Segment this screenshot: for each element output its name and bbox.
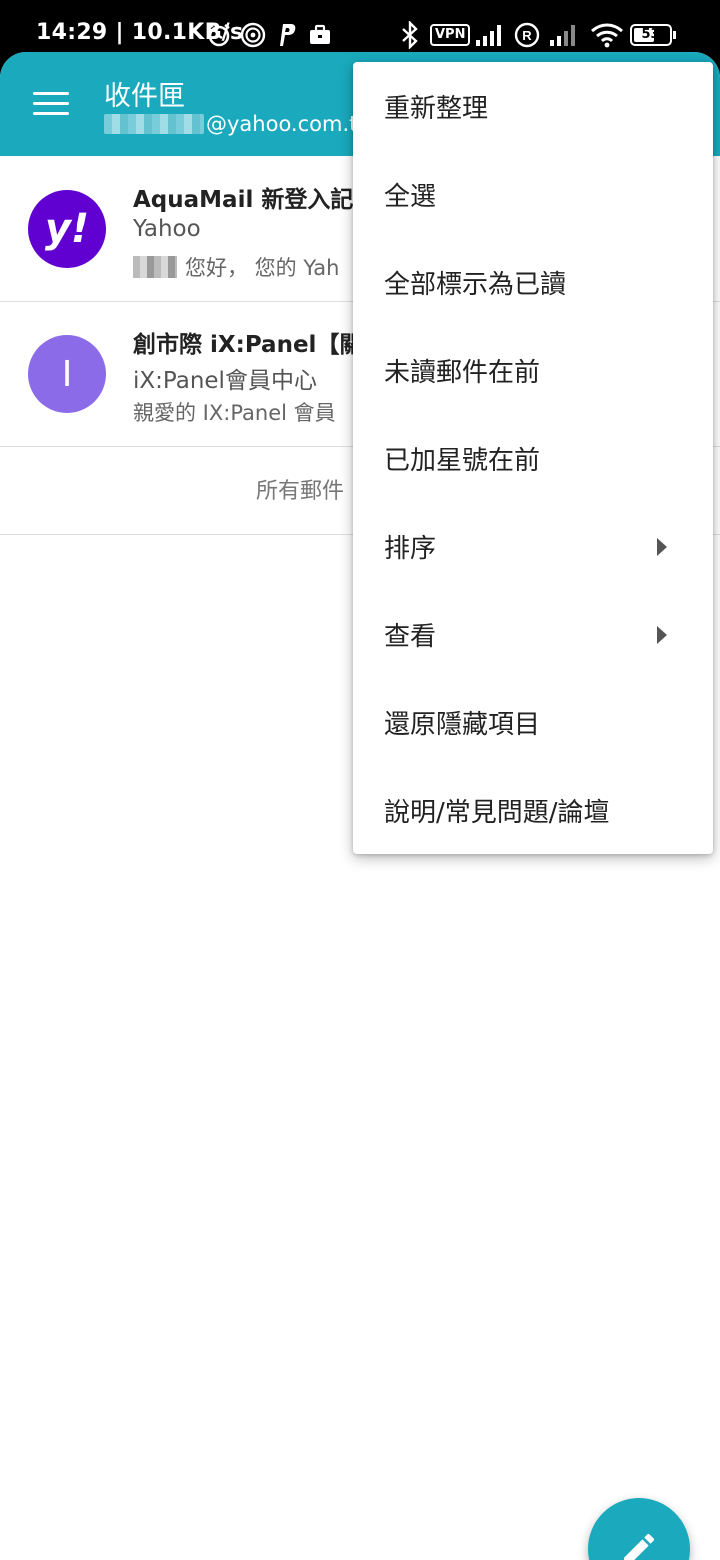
menu-item-sort[interactable]: 排序 bbox=[353, 502, 713, 590]
folder-title: 收件匣 bbox=[104, 81, 185, 112]
signal-2-icon bbox=[548, 20, 580, 50]
menu-item-starred-first[interactable]: 已加星號在前 bbox=[353, 414, 713, 502]
battery-level: 53 bbox=[641, 27, 660, 42]
menu-item-label: 還原隱藏項目 bbox=[384, 709, 541, 740]
snippet-text: 親愛的 IX:Panel 會員 bbox=[133, 401, 336, 425]
menu-item-label: 全選 bbox=[384, 181, 437, 212]
redacted-username bbox=[104, 114, 204, 134]
message-sender: iX:Panel會員中心 bbox=[133, 368, 317, 394]
menu-item-label: 重新整理 bbox=[384, 93, 489, 124]
message-snippet: 您好， 您的 Yah bbox=[133, 252, 339, 282]
submenu-arrow-icon bbox=[657, 538, 667, 556]
menu-item-label: 說明/常見問題/論壇 bbox=[384, 797, 610, 828]
wifi-icon bbox=[590, 20, 624, 50]
compose-button[interactable] bbox=[588, 1498, 690, 1560]
signal-icon bbox=[474, 20, 506, 50]
message-subject: 創市際 iX:Panel【關 bbox=[133, 332, 363, 358]
menu-item-label: 查看 bbox=[384, 621, 437, 652]
menu-item-refresh[interactable]: 重新整理 bbox=[353, 62, 713, 150]
message-subject: AquaMail 新登入記 bbox=[133, 187, 354, 213]
message-snippet: 親愛的 IX:Panel 會員 bbox=[133, 397, 336, 427]
menu-icon[interactable] bbox=[30, 88, 72, 120]
message-sender: Yahoo bbox=[133, 216, 201, 242]
account-domain: @yahoo.com.tw bbox=[206, 112, 375, 136]
letter-avatar: I bbox=[28, 335, 106, 413]
vpn-icon: VPN bbox=[430, 20, 471, 50]
menu-item-view[interactable]: 查看 bbox=[353, 590, 713, 678]
avatar-text: I bbox=[61, 353, 73, 395]
menu-item-label: 未讀郵件在前 bbox=[384, 357, 541, 388]
account-email: @yahoo.com.tw bbox=[104, 110, 375, 138]
avatar-text: y! bbox=[44, 206, 90, 252]
all-mail-label: 所有郵件 bbox=[256, 479, 345, 504]
menu-item-restore-hidden[interactable]: 還原隱藏項目 bbox=[353, 678, 713, 766]
menu-item-select-all[interactable]: 全選 bbox=[353, 150, 713, 238]
svg-text:R: R bbox=[522, 28, 532, 43]
menu-item-mark-all-read[interactable]: 全部標示為已讀 bbox=[353, 238, 713, 326]
alarm-icon bbox=[206, 20, 232, 50]
p-app-icon bbox=[276, 20, 296, 50]
menu-item-label: 已加星號在前 bbox=[384, 445, 541, 476]
menu-item-label: 全部標示為已讀 bbox=[384, 269, 567, 300]
pencil-icon bbox=[624, 1533, 655, 1560]
submenu-arrow-icon bbox=[657, 626, 667, 644]
menu-item-label: 排序 bbox=[384, 533, 437, 564]
overflow-menu: 重新整理 全選 全部標示為已讀 未讀郵件在前 已加星號在前 排序 查看 還原隱藏… bbox=[353, 62, 713, 854]
briefcase-icon bbox=[308, 20, 332, 50]
yahoo-avatar: y! bbox=[28, 190, 106, 268]
roaming-icon: R bbox=[514, 20, 540, 50]
vpn-label: VPN bbox=[430, 24, 471, 46]
fingerprint-icon bbox=[240, 20, 266, 50]
redacted-name bbox=[133, 256, 177, 278]
menu-item-help[interactable]: 說明/常見問題/論壇 bbox=[353, 766, 713, 854]
menu-item-unread-first[interactable]: 未讀郵件在前 bbox=[353, 326, 713, 414]
snippet-text: 您好， 您的 Yah bbox=[185, 256, 340, 280]
bluetooth-icon bbox=[400, 20, 420, 50]
battery-icon: 53 bbox=[630, 20, 676, 50]
